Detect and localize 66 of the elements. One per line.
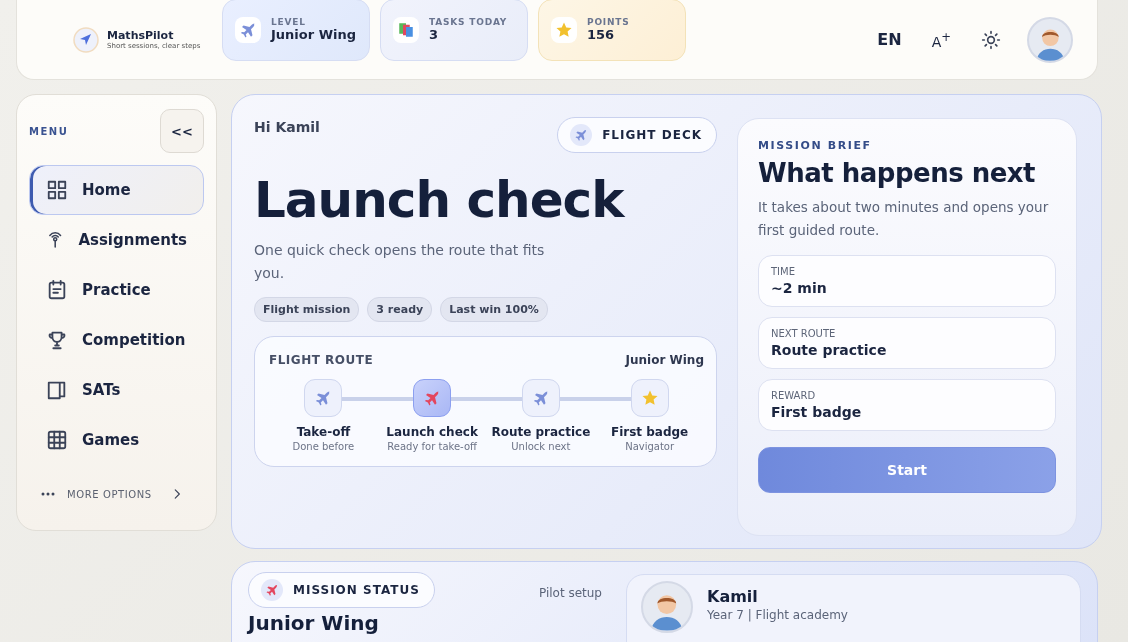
greeting: Hi Kamil xyxy=(254,119,320,135)
plane-icon xyxy=(574,128,589,142)
step-note: Done before xyxy=(292,441,355,452)
text-size-button[interactable]: A$^{+}$ xyxy=(927,25,955,54)
badge-label: MISSION STATUS xyxy=(293,583,420,597)
brief-text: It takes about two minutes and opens your first guided route. xyxy=(758,198,1050,240)
pilot-setup-link[interactable]: Pilot setup xyxy=(538,586,602,600)
trophy-icon xyxy=(46,329,68,351)
step-note: Navigator xyxy=(625,441,675,452)
language-button[interactable]: EN xyxy=(873,26,906,53)
grid-icon xyxy=(46,179,68,201)
row-label: NEXT ROUTE xyxy=(771,328,837,339)
step-note: Unlock next xyxy=(511,441,571,452)
stat-value: Junior Wing xyxy=(271,27,357,42)
row-label: TIME xyxy=(771,266,796,277)
hero-subtitle: One quick check opens the route that fits you. xyxy=(254,241,546,283)
step-name: Take-off xyxy=(296,425,351,439)
route-level: Junior Wing xyxy=(625,353,704,367)
row-value: ~2 min xyxy=(771,280,828,296)
step-node[interactable] xyxy=(521,379,560,417)
stat-label: TASKS TODAY xyxy=(429,17,508,27)
row-value: Route practice xyxy=(771,342,888,358)
nav-item[interactable]: Competition xyxy=(29,315,204,365)
tag-chip: Last win 100% xyxy=(440,297,548,322)
logo-icon xyxy=(73,26,99,53)
brief-title: What happens next xyxy=(758,157,1036,190)
status-title: Junior Wing xyxy=(248,610,380,636)
step-note: Ready for take-off xyxy=(387,441,477,452)
brand-name: MathsPilot xyxy=(107,29,175,42)
nav-item[interactable]: Assignments xyxy=(29,215,204,265)
dots-icon xyxy=(41,492,55,496)
row-label: REWARD xyxy=(771,390,817,401)
hero-title: Launch check xyxy=(254,171,626,229)
profile-name: Kamil xyxy=(707,587,759,606)
book-icon xyxy=(46,379,68,401)
stat-value: 156 xyxy=(587,27,616,42)
table-icon xyxy=(46,429,68,451)
step-name: Route practice xyxy=(491,425,591,439)
star-icon xyxy=(640,389,659,407)
clipboard-icon xyxy=(46,279,68,301)
row-value: First badge xyxy=(771,404,863,420)
plane-icon xyxy=(531,389,550,407)
more-options-button[interactable]: MORE OPTIONS xyxy=(29,487,204,501)
brief-eyebrow: MISSION BRIEF xyxy=(758,139,873,152)
nav-item[interactable]: Practice xyxy=(29,265,204,315)
tag-chip: Flight mission xyxy=(254,297,360,322)
avatar[interactable] xyxy=(1027,16,1073,63)
step-node[interactable] xyxy=(304,379,343,417)
step-name: First badge xyxy=(610,425,689,439)
nav-item[interactable]: Home xyxy=(29,165,204,215)
sun-icon xyxy=(981,29,1001,50)
step-name: Launch check xyxy=(386,425,478,439)
nav-item[interactable]: SATs xyxy=(29,365,204,415)
nav-item[interactable]: Games xyxy=(29,415,204,465)
plane-icon xyxy=(265,583,279,597)
stat-label: POINTS xyxy=(587,17,630,27)
stat-label: LEVEL xyxy=(271,17,307,27)
profile-detail: Year 7 | Flight academy xyxy=(707,608,848,622)
stat-value: 3 xyxy=(429,27,440,42)
menu-title: MENU xyxy=(29,125,69,137)
collapse-button[interactable]: << xyxy=(160,109,204,153)
step-node[interactable] xyxy=(413,379,452,417)
badge-label: FLIGHT DECK xyxy=(602,128,702,142)
step-node[interactable] xyxy=(630,379,669,417)
tag-chip: 3 ready xyxy=(367,297,433,322)
route-title: FLIGHT ROUTE xyxy=(269,353,374,367)
